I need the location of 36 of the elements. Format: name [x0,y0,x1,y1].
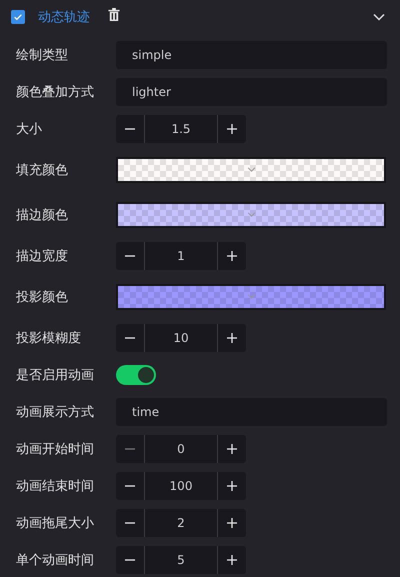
toggle-switch[interactable] [116,364,156,384]
field-label: 描边颜色 [16,206,69,224]
color-picker[interactable] [116,202,386,228]
chevron-icon [246,167,256,172]
field-label: 动画结束时间 [16,478,95,494]
plus-icon [227,554,237,564]
field-label: 是否启用动画 [16,366,95,384]
field-label: 描边宽度 [16,248,69,264]
field-label: 填充颜色 [16,162,69,178]
field-label: 投影模糊度 [16,330,82,346]
checkbox[interactable] [11,10,25,24]
field-label: 投影颜色 [16,288,69,306]
field-label: 动画展示方式 [16,404,95,420]
field-label: 动画拖尾大小 [16,514,95,532]
chevron-icon [246,212,256,217]
field-label: 单个动画时间 [16,552,95,568]
select-field[interactable]: lighter [116,78,387,106]
plus-icon [227,124,237,134]
trash-icon[interactable] [108,8,120,21]
select-field[interactable]: time [116,398,387,426]
field-label: 绘制类型 [16,46,69,64]
section-title: 动态轨迹 [38,9,90,26]
plus-icon [227,332,237,342]
select-field[interactable]: simple [116,40,387,68]
field-label: 动画开始时间 [16,440,95,458]
chevron-icon [246,294,256,299]
color-picker[interactable] [116,156,386,182]
check-icon [13,12,23,22]
chevron-icon[interactable] [373,13,385,21]
plus-icon [227,518,237,528]
plus-icon [227,250,237,260]
field-label: 颜色叠加方式 [16,84,95,100]
color-picker[interactable] [116,284,386,310]
plus-icon [227,444,237,454]
field-label: 大小 [16,120,43,138]
plus-icon [227,480,237,490]
